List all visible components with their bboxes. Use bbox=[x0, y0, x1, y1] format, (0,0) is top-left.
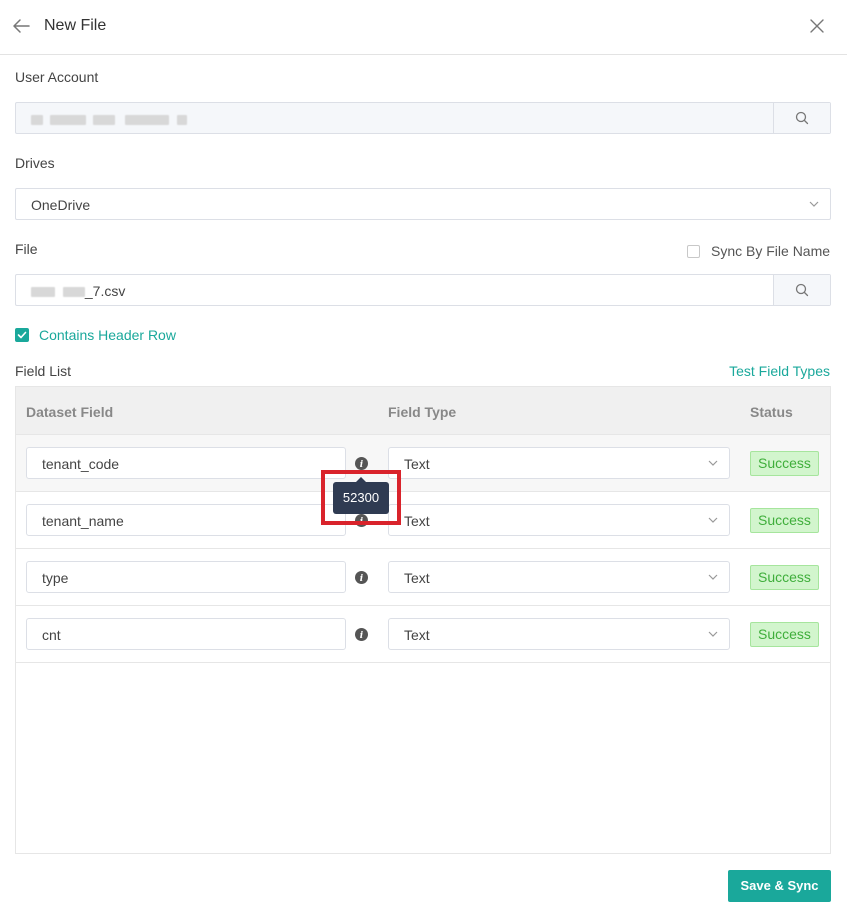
user-account-field[interactable] bbox=[15, 102, 831, 134]
status-badge: Success bbox=[750, 565, 819, 590]
field-type-value: Text bbox=[404, 570, 430, 586]
drives-select-value: OneDrive bbox=[31, 197, 91, 213]
user-account-label: User Account bbox=[15, 69, 99, 85]
dataset-field-input[interactable]: cnt bbox=[26, 618, 346, 650]
svg-text:i: i bbox=[360, 460, 364, 470]
contains-header-row-toggle[interactable]: Contains Header Row bbox=[15, 326, 176, 344]
sync-by-file-name-toggle[interactable]: Sync By File Name bbox=[687, 242, 830, 260]
table-row: type i Text Success bbox=[16, 549, 830, 606]
field-list-label: Field List bbox=[15, 363, 72, 379]
chevron-down-icon bbox=[708, 460, 718, 466]
save-and-sync-button[interactable]: Save & Sync bbox=[728, 870, 831, 902]
search-icon bbox=[795, 111, 809, 125]
field-type-value: Text bbox=[404, 513, 430, 529]
field-type-value: Text bbox=[404, 456, 430, 472]
highlight-box bbox=[321, 470, 401, 525]
dialog-header: New File bbox=[0, 0, 847, 55]
dataset-field-value: tenant_code bbox=[42, 456, 120, 472]
field-type-select[interactable]: Text bbox=[388, 504, 730, 536]
column-header-field-type: Field Type bbox=[388, 404, 457, 420]
info-icon[interactable]: i bbox=[355, 457, 368, 470]
user-account-search-button[interactable] bbox=[773, 103, 830, 133]
dataset-field-value: type bbox=[42, 570, 69, 586]
file-label: File bbox=[15, 241, 38, 257]
drives-select[interactable]: OneDrive bbox=[15, 188, 831, 220]
dataset-field-input[interactable]: tenant_code bbox=[26, 447, 346, 479]
chevron-down-icon bbox=[708, 631, 718, 637]
file-value: _7.csv bbox=[31, 282, 125, 300]
svg-text:i: i bbox=[360, 574, 364, 584]
chevron-down-icon bbox=[708, 574, 718, 580]
back-arrow-icon[interactable] bbox=[11, 16, 31, 36]
sync-by-file-name-checkbox[interactable] bbox=[687, 244, 700, 258]
contains-header-row-checkbox[interactable] bbox=[15, 328, 29, 342]
test-field-types-link[interactable]: Test Field Types bbox=[729, 362, 830, 380]
info-icon[interactable]: i bbox=[355, 628, 368, 641]
column-header-status: Status bbox=[750, 404, 793, 420]
search-icon bbox=[795, 283, 809, 297]
user-account-value-redacted bbox=[31, 110, 187, 128]
check-icon bbox=[17, 331, 27, 339]
status-badge: Success bbox=[750, 508, 819, 533]
dataset-field-input[interactable]: tenant_name bbox=[26, 504, 346, 536]
info-icon[interactable]: i bbox=[355, 571, 368, 584]
table-header: Dataset Field Field Type Status bbox=[16, 387, 830, 435]
drives-label: Drives bbox=[15, 155, 55, 171]
file-field[interactable]: _7.csv bbox=[15, 274, 831, 306]
table-row: tenant_code i Text Success bbox=[16, 435, 830, 492]
dataset-field-value: tenant_name bbox=[42, 513, 124, 529]
chevron-down-icon bbox=[809, 201, 819, 207]
sync-by-file-name-label: Sync By File Name bbox=[711, 243, 831, 259]
contains-header-row-label: Contains Header Row bbox=[39, 327, 176, 343]
close-icon[interactable] bbox=[808, 17, 826, 35]
field-list-table: Dataset Field Field Type Status tenant_c… bbox=[15, 386, 831, 854]
page-title: New File bbox=[44, 17, 107, 34]
dataset-field-value: cnt bbox=[42, 627, 61, 643]
table-row: tenant_name i Text Success bbox=[16, 492, 830, 549]
file-value-suffix: _7.csv bbox=[84, 283, 126, 299]
file-search-button[interactable] bbox=[773, 275, 830, 305]
field-type-select[interactable]: Text bbox=[388, 561, 730, 593]
column-header-dataset-field: Dataset Field bbox=[26, 404, 114, 420]
field-type-value: Text bbox=[404, 627, 430, 643]
table-row: cnt i Text Success bbox=[16, 606, 830, 663]
field-type-select[interactable]: Text bbox=[388, 447, 730, 479]
dataset-field-input[interactable]: type bbox=[26, 561, 346, 593]
status-badge: Success bbox=[750, 451, 819, 476]
svg-text:i: i bbox=[360, 631, 364, 641]
status-badge: Success bbox=[750, 622, 819, 647]
chevron-down-icon bbox=[708, 517, 718, 523]
field-type-select[interactable]: Text bbox=[388, 618, 730, 650]
